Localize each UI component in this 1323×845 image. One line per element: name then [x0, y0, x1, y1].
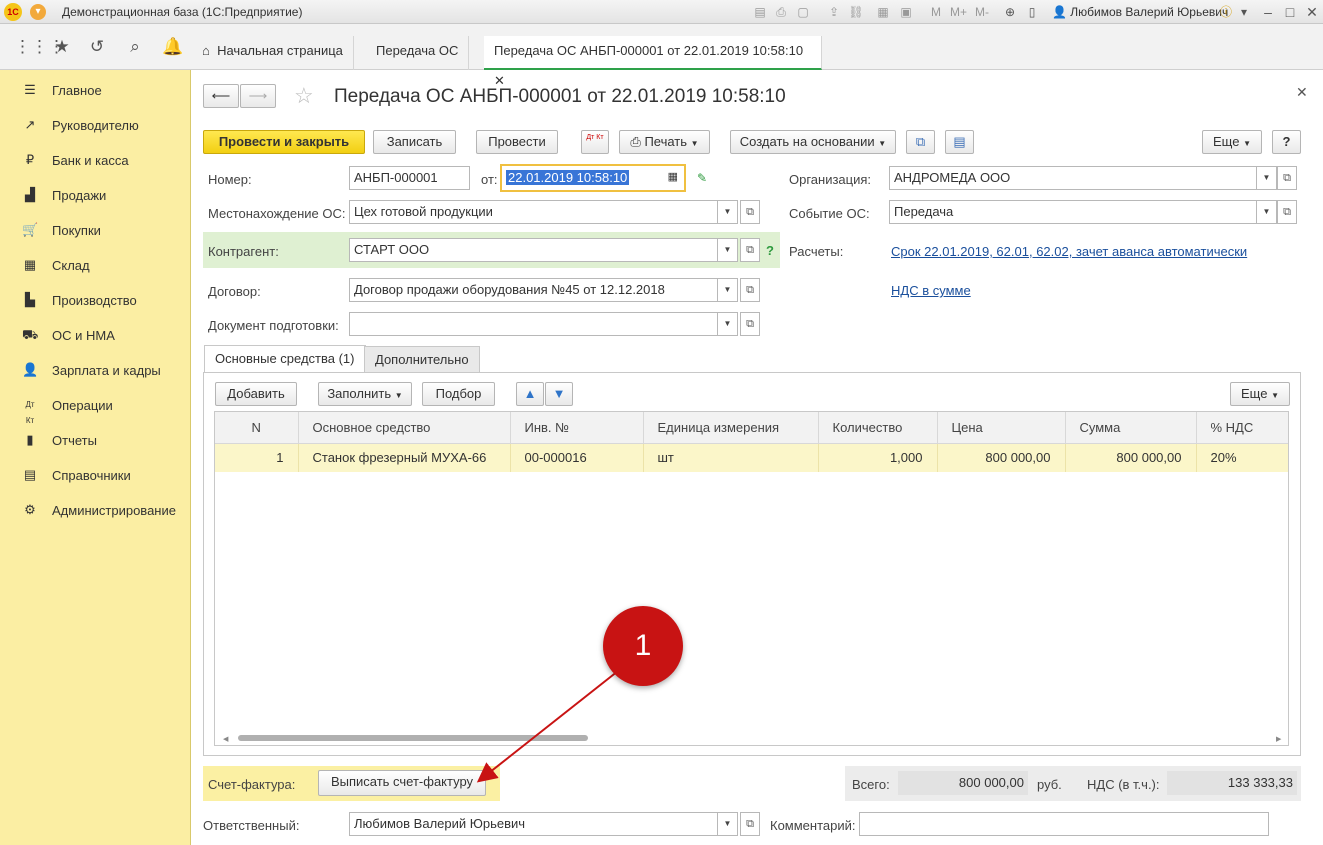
annotation-arrow [476, 670, 619, 783]
annotation-callout: 1 [603, 606, 683, 686]
